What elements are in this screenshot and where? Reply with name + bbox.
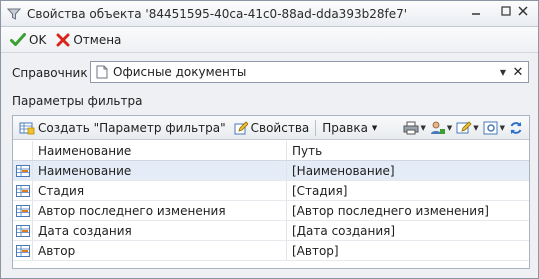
- table-row[interactable]: Дата создания [Дата создания]: [13, 221, 529, 241]
- checkmark-icon: [10, 32, 26, 46]
- row-icon-cell: [13, 221, 33, 240]
- table-row[interactable]: Автор [Автор]: [13, 241, 529, 261]
- row-name-cell: Дата создания: [33, 221, 287, 240]
- ok-label: OK: [29, 32, 47, 47]
- row-name-cell: Автор последнего изменения: [33, 201, 287, 220]
- row-name-cell: Стадия: [33, 181, 287, 200]
- directory-select[interactable]: Офисные документы ▼ ✕: [90, 61, 529, 83]
- grid-toolbar: Создать "Параметр фильтра" Свойства Прав…: [13, 116, 529, 140]
- edit-icon: [234, 120, 248, 134]
- directory-label: Справочник: [12, 66, 88, 80]
- refresh-button[interactable]: [509, 121, 523, 135]
- cancel-icon: [56, 33, 70, 46]
- properties-button[interactable]: Свойства: [232, 118, 312, 138]
- print-button[interactable]: ▼: [403, 121, 426, 135]
- add-row-icon: [19, 122, 35, 134]
- edit-menu-label: Правка: [322, 120, 368, 135]
- toolbar-separator: [315, 119, 317, 136]
- row-path-cell: [Дата создания]: [292, 223, 396, 238]
- table-row[interactable]: Стадия [Стадия]: [13, 181, 529, 201]
- row-name-cell: Автор: [33, 241, 287, 260]
- directory-value: Офисные документы: [113, 65, 247, 79]
- clear-icon[interactable]: ✕: [510, 65, 526, 80]
- chevron-down-icon: ▼: [420, 124, 426, 132]
- row-path-cell: [Автор последнего изменения]: [292, 203, 489, 218]
- filter-param-icon: [16, 204, 30, 217]
- minimize-button[interactable]: [461, 1, 491, 21]
- printer-icon: [403, 121, 419, 135]
- row-icon-cell: [13, 241, 33, 260]
- view-icon: [483, 121, 498, 135]
- toolbar-right-group: ▼ ▼ ▼ ▼: [399, 118, 523, 138]
- edit-menu-button[interactable]: Правка ▼: [320, 118, 379, 138]
- row-icon-cell: [13, 161, 33, 180]
- row-path-cell: [Автор]: [292, 243, 339, 258]
- export-button[interactable]: ▼: [456, 121, 479, 135]
- refresh-icon: [510, 122, 522, 134]
- row-icon-cell: [13, 201, 33, 220]
- close-button[interactable]: [509, 1, 537, 21]
- properties-label: Свойства: [250, 120, 310, 135]
- column-header-path[interactable]: Путь: [287, 141, 529, 160]
- title-bar: Свойства объекта '84451595-40ca-41c0-88a…: [1, 1, 538, 27]
- filter-param-icon: [16, 184, 30, 197]
- filter-section-label: Параметры фильтра: [12, 94, 143, 108]
- user-tools-button[interactable]: ▼: [430, 121, 452, 135]
- document-icon: [96, 65, 108, 79]
- cancel-button[interactable]: Отмена: [53, 30, 124, 50]
- row-icon-cell: [13, 181, 33, 200]
- chevron-down-icon: ▼: [446, 124, 453, 132]
- chevron-down-icon: ▼: [499, 124, 505, 132]
- grid-body: Наименование [Наименование] Стадия [Стад…: [13, 161, 529, 261]
- row-path-cell: [Наименование]: [292, 163, 395, 178]
- filter-params-grid: Наименование Путь Наименование [Наименов…: [13, 141, 529, 261]
- view-button[interactable]: ▼: [483, 121, 505, 135]
- cancel-label: Отмена: [73, 32, 122, 47]
- edit-table-icon: [456, 121, 472, 134]
- row-name-cell: Наименование: [33, 161, 287, 180]
- chevron-down-icon: ▼: [371, 123, 378, 132]
- window-title: Свойства объекта '84451595-40ca-41c0-88a…: [27, 6, 408, 21]
- row-path-cell: [Стадия]: [292, 183, 348, 198]
- properties-dialog: Свойства объекта '84451595-40ca-41c0-88a…: [0, 0, 539, 279]
- filter-param-icon: [16, 164, 30, 177]
- filter-param-icon: [16, 224, 30, 237]
- filter-icon: [7, 7, 21, 21]
- create-filter-param-button[interactable]: Создать "Параметр фильтра": [17, 118, 228, 138]
- chevron-down-icon: ▼: [473, 124, 479, 132]
- table-row[interactable]: Наименование [Наименование]: [13, 161, 529, 181]
- command-bar: OK Отмена: [1, 27, 538, 53]
- filter-param-icon: [16, 244, 30, 257]
- dropdown-arrow-icon[interactable]: ▼: [496, 68, 510, 77]
- user-icon: [430, 121, 445, 134]
- row-icon-header: [13, 141, 33, 160]
- grid-header: Наименование Путь: [13, 141, 529, 161]
- ok-button[interactable]: OK: [7, 30, 49, 50]
- column-header-name[interactable]: Наименование: [33, 141, 287, 160]
- create-label: Создать "Параметр фильтра": [38, 120, 226, 135]
- table-row[interactable]: Автор последнего изменения [Автор послед…: [13, 201, 529, 221]
- filter-params-panel: Создать "Параметр фильтра" Свойства Прав…: [12, 115, 530, 269]
